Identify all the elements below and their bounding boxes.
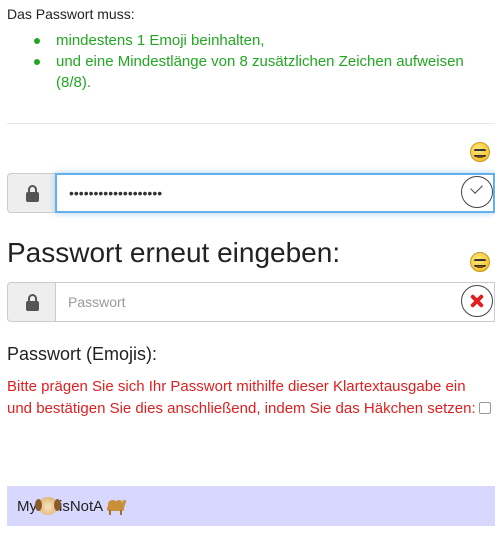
lock-icon (7, 282, 55, 322)
requirement-emoji: mindestens 1 Emoji beinhalten, (34, 30, 484, 51)
divider (7, 123, 495, 124)
dog-face-icon (35, 497, 61, 515)
password-row (7, 173, 495, 213)
emoji-password-output: My isNotA (7, 486, 495, 526)
acknowledge-checkbox[interactable] (478, 402, 491, 414)
repeat-password-row (7, 282, 495, 322)
output-text-part2: isNotA (59, 497, 104, 515)
nerd-face-icon (470, 252, 490, 272)
requirements-list: mindestens 1 Emoji beinhalten, und eine … (34, 30, 484, 93)
memorize-warning: Bitte prägen Sie sich Ihr Passwort mithi… (7, 376, 491, 420)
repeat-password-title: Passwort erneut eingeben: (7, 237, 341, 268)
repeat-password-input[interactable] (55, 282, 495, 322)
memorize-warning-text: Bitte prägen Sie sich Ihr Passwort mithi… (7, 378, 476, 417)
cross-mark-icon (461, 285, 493, 317)
emoji-section-title: Passwort (Emojis): (7, 344, 158, 364)
lock-icon (7, 173, 55, 213)
requirements-intro: Das Passwort muss: (7, 6, 135, 22)
password-input[interactable] (55, 173, 495, 213)
requirement-length: und eine Mindestlänge von 8 zusätzlichen… (34, 51, 484, 93)
nerd-face-icon (470, 142, 490, 162)
camel-icon (104, 497, 128, 515)
check-circle-icon (461, 176, 493, 208)
output-text-part1: My (17, 497, 37, 515)
